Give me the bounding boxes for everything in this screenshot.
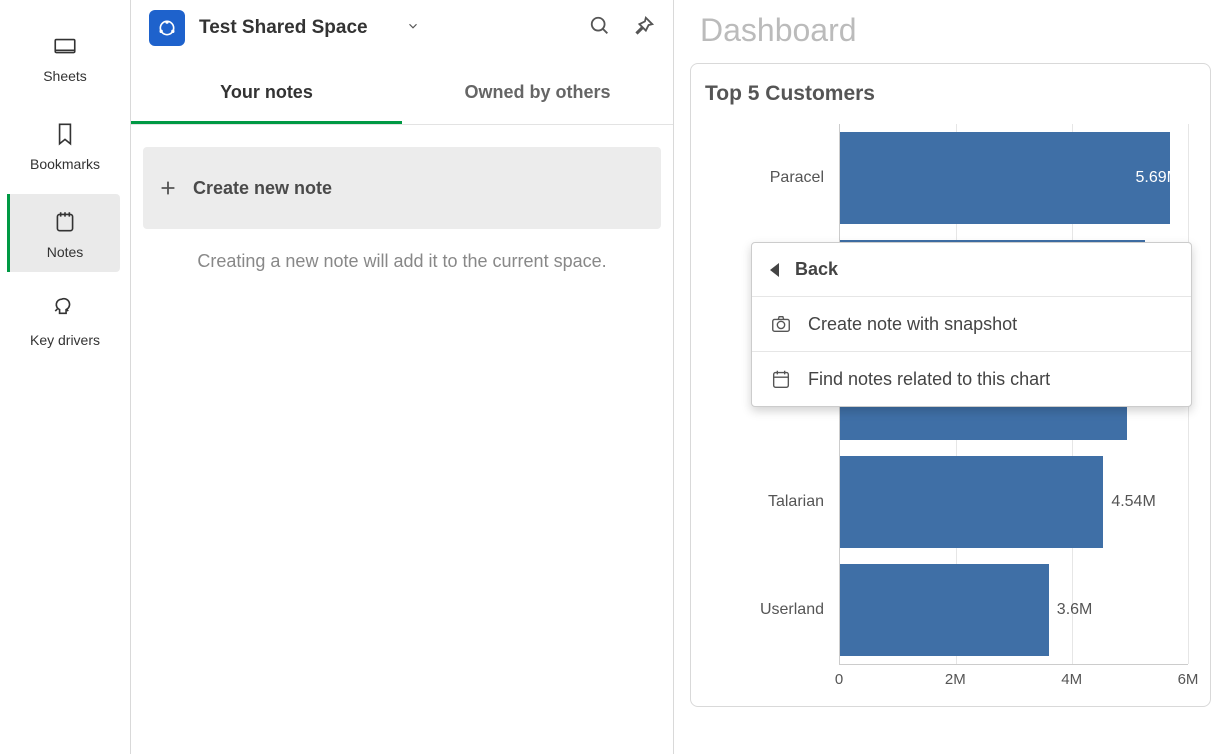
- create-new-note-button[interactable]: Create new note: [143, 147, 661, 229]
- context-back-label: Back: [795, 259, 838, 280]
- sidebar-item-label: Key drivers: [30, 332, 100, 348]
- sidebar-item-bookmarks[interactable]: Bookmarks: [10, 106, 120, 184]
- calendar-icon: [770, 368, 792, 390]
- space-header: Test Shared Space: [131, 0, 673, 64]
- bar-value-label: 4.54M: [1111, 493, 1155, 511]
- category-label: Paracel: [704, 169, 834, 187]
- dashboard-title: Dashboard: [690, 0, 1229, 63]
- dashboard-panel: Dashboard Top 5 Customers Paracel5.69MDe…: [674, 0, 1229, 754]
- notes-panel: Test Shared Space Your notes Owned by ot…: [131, 0, 674, 754]
- chevron-left-icon: [770, 263, 779, 277]
- context-label: Find notes related to this chart: [808, 369, 1050, 390]
- category-label: Talarian: [704, 493, 834, 511]
- camera-icon: [770, 313, 792, 335]
- key-drivers-icon: [52, 296, 78, 324]
- context-create-note-snapshot[interactable]: Create note with snapshot: [752, 297, 1191, 352]
- sidebar-item-sheets[interactable]: Sheets: [10, 18, 120, 96]
- search-icon[interactable]: [589, 15, 611, 42]
- context-find-notes[interactable]: Find notes related to this chart: [752, 352, 1191, 406]
- chart-card-top5-customers[interactable]: Top 5 Customers Paracel5.69MDeakTalarian…: [690, 63, 1211, 707]
- x-tick: 2M: [945, 671, 966, 688]
- notes-icon: [52, 208, 78, 236]
- sidebar-item-notes[interactable]: Notes: [7, 194, 120, 272]
- chart-context-menu: Back Create note with snapshot Find note…: [751, 242, 1192, 407]
- sidebar-item-label: Bookmarks: [30, 156, 100, 172]
- sidebar-item-key-drivers[interactable]: Key drivers: [10, 282, 120, 360]
- context-back[interactable]: Back: [752, 243, 1191, 297]
- create-note-label: Create new note: [193, 178, 332, 199]
- bar-value-label: 3.6M: [1057, 601, 1093, 619]
- sidebar-item-label: Sheets: [43, 68, 87, 84]
- empty-hint: Creating a new note will add it to the c…: [131, 229, 673, 294]
- tab-owned-by-others[interactable]: Owned by others: [402, 64, 673, 124]
- tab-your-notes[interactable]: Your notes: [131, 64, 402, 124]
- left-sidebar: Sheets Bookmarks Notes Key drivers: [0, 0, 131, 754]
- x-tick: 4M: [1061, 671, 1082, 688]
- space-title: Test Shared Space: [199, 17, 368, 39]
- bar[interactable]: [840, 132, 1170, 224]
- sidebar-item-label: Notes: [47, 244, 84, 260]
- bar[interactable]: [840, 456, 1103, 548]
- category-label: Userland: [704, 601, 834, 619]
- context-label: Create note with snapshot: [808, 314, 1017, 335]
- space-icon: [149, 10, 185, 46]
- x-tick: 6M: [1178, 671, 1199, 688]
- bookmark-icon: [52, 120, 78, 148]
- bar-row[interactable]: Paracel5.69M: [840, 124, 1188, 232]
- bar-row[interactable]: Userland3.6M: [840, 556, 1188, 664]
- bar-value-label: 5.69M: [1136, 169, 1180, 187]
- notes-tabs: Your notes Owned by others: [131, 64, 673, 125]
- plus-icon: [157, 177, 179, 199]
- space-dropdown[interactable]: [406, 19, 420, 38]
- bar[interactable]: [840, 564, 1049, 656]
- x-tick: 0: [835, 671, 843, 688]
- chart-title: Top 5 Customers: [705, 82, 1198, 106]
- pin-icon[interactable]: [633, 15, 655, 42]
- sheets-icon: [52, 32, 78, 60]
- bar-row[interactable]: Talarian4.54M: [840, 448, 1188, 556]
